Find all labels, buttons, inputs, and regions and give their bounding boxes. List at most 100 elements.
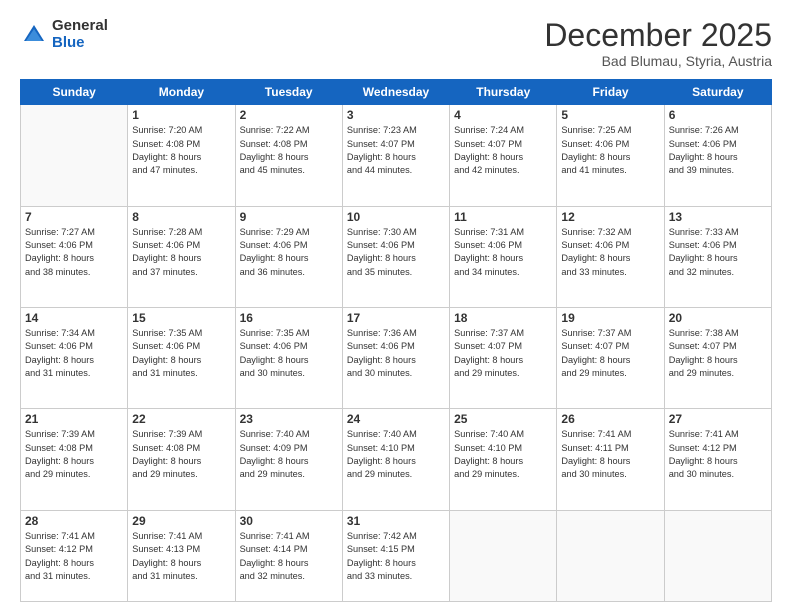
calendar-cell: 5 Sunrise: 7:25 AM Sunset: 4:06 PM Daylig…: [557, 105, 664, 206]
calendar-week-row: 1 Sunrise: 7:20 AM Sunset: 4:08 PM Daylig…: [21, 105, 772, 206]
calendar-cell: [664, 510, 771, 601]
day-number: 4: [454, 108, 552, 122]
day-number: 8: [132, 210, 230, 224]
day-info: Sunrise: 7:36 AM Sunset: 4:06 PM Dayligh…: [347, 327, 445, 380]
calendar-cell: 29 Sunrise: 7:41 AM Sunset: 4:13 PM Dayli…: [128, 510, 235, 601]
day-info: Sunrise: 7:29 AM Sunset: 4:06 PM Dayligh…: [240, 226, 338, 279]
day-number: 21: [25, 412, 123, 426]
day-number: 15: [132, 311, 230, 325]
day-number: 20: [669, 311, 767, 325]
day-info: Sunrise: 7:40 AM Sunset: 4:10 PM Dayligh…: [454, 428, 552, 481]
day-number: 25: [454, 412, 552, 426]
day-info: Sunrise: 7:41 AM Sunset: 4:13 PM Dayligh…: [132, 530, 230, 583]
calendar-cell: 22 Sunrise: 7:39 AM Sunset: 4:08 PM Dayli…: [128, 409, 235, 510]
day-number: 19: [561, 311, 659, 325]
calendar-cell: 18 Sunrise: 7:37 AM Sunset: 4:07 PM Dayli…: [450, 308, 557, 409]
day-info: Sunrise: 7:41 AM Sunset: 4:12 PM Dayligh…: [25, 530, 123, 583]
calendar-cell: 26 Sunrise: 7:41 AM Sunset: 4:11 PM Dayli…: [557, 409, 664, 510]
calendar-cell: 25 Sunrise: 7:40 AM Sunset: 4:10 PM Dayli…: [450, 409, 557, 510]
calendar-week-row: 28 Sunrise: 7:41 AM Sunset: 4:12 PM Dayli…: [21, 510, 772, 601]
day-info: Sunrise: 7:37 AM Sunset: 4:07 PM Dayligh…: [454, 327, 552, 380]
day-number: 2: [240, 108, 338, 122]
day-number: 7: [25, 210, 123, 224]
calendar-cell: 16 Sunrise: 7:35 AM Sunset: 4:06 PM Dayli…: [235, 308, 342, 409]
day-number: 27: [669, 412, 767, 426]
calendar-cell: [557, 510, 664, 601]
day-info: Sunrise: 7:41 AM Sunset: 4:11 PM Dayligh…: [561, 428, 659, 481]
day-number: 3: [347, 108, 445, 122]
day-info: Sunrise: 7:38 AM Sunset: 4:07 PM Dayligh…: [669, 327, 767, 380]
calendar-cell: 28 Sunrise: 7:41 AM Sunset: 4:12 PM Dayli…: [21, 510, 128, 601]
calendar-cell: 7 Sunrise: 7:27 AM Sunset: 4:06 PM Daylig…: [21, 206, 128, 307]
calendar-cell: 31 Sunrise: 7:42 AM Sunset: 4:15 PM Dayli…: [342, 510, 449, 601]
calendar-cell: 11Sunrise: 7:31 AM Sunset: 4:06 PM Dayli…: [450, 206, 557, 307]
day-number: 31: [347, 514, 445, 528]
day-number: 13: [669, 210, 767, 224]
day-info: Sunrise: 7:25 AM Sunset: 4:06 PM Dayligh…: [561, 124, 659, 177]
calendar-cell: 15 Sunrise: 7:35 AM Sunset: 4:06 PM Dayli…: [128, 308, 235, 409]
day-info: Sunrise: 7:41 AM Sunset: 4:12 PM Dayligh…: [669, 428, 767, 481]
day-info: Sunrise: 7:40 AM Sunset: 4:10 PM Dayligh…: [347, 428, 445, 481]
day-info: Sunrise: 7:23 AM Sunset: 4:07 PM Dayligh…: [347, 124, 445, 177]
day-number: 23: [240, 412, 338, 426]
calendar-cell: 20 Sunrise: 7:38 AM Sunset: 4:07 PM Dayli…: [664, 308, 771, 409]
page: General Blue December 2025 Bad Blumau, S…: [0, 0, 792, 612]
day-info: Sunrise: 7:24 AM Sunset: 4:07 PM Dayligh…: [454, 124, 552, 177]
day-number: 18: [454, 311, 552, 325]
calendar-cell: 4 Sunrise: 7:24 AM Sunset: 4:07 PM Daylig…: [450, 105, 557, 206]
day-info: Sunrise: 7:37 AM Sunset: 4:07 PM Dayligh…: [561, 327, 659, 380]
day-number: 28: [25, 514, 123, 528]
calendar-cell: 12Sunrise: 7:32 AM Sunset: 4:06 PM Dayli…: [557, 206, 664, 307]
weekday-header: Sunday: [21, 80, 128, 105]
calendar-cell: 24 Sunrise: 7:40 AM Sunset: 4:10 PM Dayli…: [342, 409, 449, 510]
day-info: Sunrise: 7:26 AM Sunset: 4:06 PM Dayligh…: [669, 124, 767, 177]
calendar-cell: 19 Sunrise: 7:37 AM Sunset: 4:07 PM Dayli…: [557, 308, 664, 409]
weekday-header: Thursday: [450, 80, 557, 105]
day-number: 24: [347, 412, 445, 426]
day-number: 26: [561, 412, 659, 426]
day-info: Sunrise: 7:32 AM Sunset: 4:06 PM Dayligh…: [561, 226, 659, 279]
weekday-header: Tuesday: [235, 80, 342, 105]
day-number: 5: [561, 108, 659, 122]
day-info: Sunrise: 7:35 AM Sunset: 4:06 PM Dayligh…: [240, 327, 338, 380]
calendar-table: SundayMondayTuesdayWednesdayThursdayFrid…: [20, 79, 772, 602]
day-info: Sunrise: 7:42 AM Sunset: 4:15 PM Dayligh…: [347, 530, 445, 583]
calendar-cell: 1 Sunrise: 7:20 AM Sunset: 4:08 PM Daylig…: [128, 105, 235, 206]
calendar-week-row: 21 Sunrise: 7:39 AM Sunset: 4:08 PM Dayli…: [21, 409, 772, 510]
logo-icon: [20, 21, 48, 49]
logo-blue-text: Blue: [52, 35, 108, 52]
day-info: Sunrise: 7:33 AM Sunset: 4:06 PM Dayligh…: [669, 226, 767, 279]
day-info: Sunrise: 7:34 AM Sunset: 4:06 PM Dayligh…: [25, 327, 123, 380]
day-info: Sunrise: 7:40 AM Sunset: 4:09 PM Dayligh…: [240, 428, 338, 481]
weekday-header: Friday: [557, 80, 664, 105]
day-number: 9: [240, 210, 338, 224]
location: Bad Blumau, Styria, Austria: [544, 53, 772, 69]
day-info: Sunrise: 7:27 AM Sunset: 4:06 PM Dayligh…: [25, 226, 123, 279]
day-info: Sunrise: 7:22 AM Sunset: 4:08 PM Dayligh…: [240, 124, 338, 177]
header: General Blue December 2025 Bad Blumau, S…: [20, 18, 772, 69]
logo: General Blue: [20, 18, 108, 51]
day-number: 30: [240, 514, 338, 528]
calendar-cell: 17Sunrise: 7:36 AM Sunset: 4:06 PM Dayli…: [342, 308, 449, 409]
day-info: Sunrise: 7:28 AM Sunset: 4:06 PM Dayligh…: [132, 226, 230, 279]
month-title: December 2025: [544, 18, 772, 53]
day-number: 10: [347, 210, 445, 224]
calendar-cell: 21Sunrise: 7:39 AM Sunset: 4:08 PM Dayli…: [21, 409, 128, 510]
day-info: Sunrise: 7:39 AM Sunset: 4:08 PM Dayligh…: [132, 428, 230, 481]
calendar-cell: [21, 105, 128, 206]
weekday-header: Wednesday: [342, 80, 449, 105]
logo-text: General Blue: [52, 18, 108, 51]
calendar-cell: 8 Sunrise: 7:28 AM Sunset: 4:06 PM Daylig…: [128, 206, 235, 307]
day-info: Sunrise: 7:20 AM Sunset: 4:08 PM Dayligh…: [132, 124, 230, 177]
calendar-week-row: 7 Sunrise: 7:27 AM Sunset: 4:06 PM Daylig…: [21, 206, 772, 307]
calendar-cell: 27 Sunrise: 7:41 AM Sunset: 4:12 PM Dayli…: [664, 409, 771, 510]
day-number: 16: [240, 311, 338, 325]
day-number: 14: [25, 311, 123, 325]
day-number: 29: [132, 514, 230, 528]
day-number: 11: [454, 210, 552, 224]
day-info: Sunrise: 7:30 AM Sunset: 4:06 PM Dayligh…: [347, 226, 445, 279]
day-number: 1: [132, 108, 230, 122]
day-info: Sunrise: 7:35 AM Sunset: 4:06 PM Dayligh…: [132, 327, 230, 380]
day-number: 22: [132, 412, 230, 426]
weekday-header-row: SundayMondayTuesdayWednesdayThursdayFrid…: [21, 80, 772, 105]
